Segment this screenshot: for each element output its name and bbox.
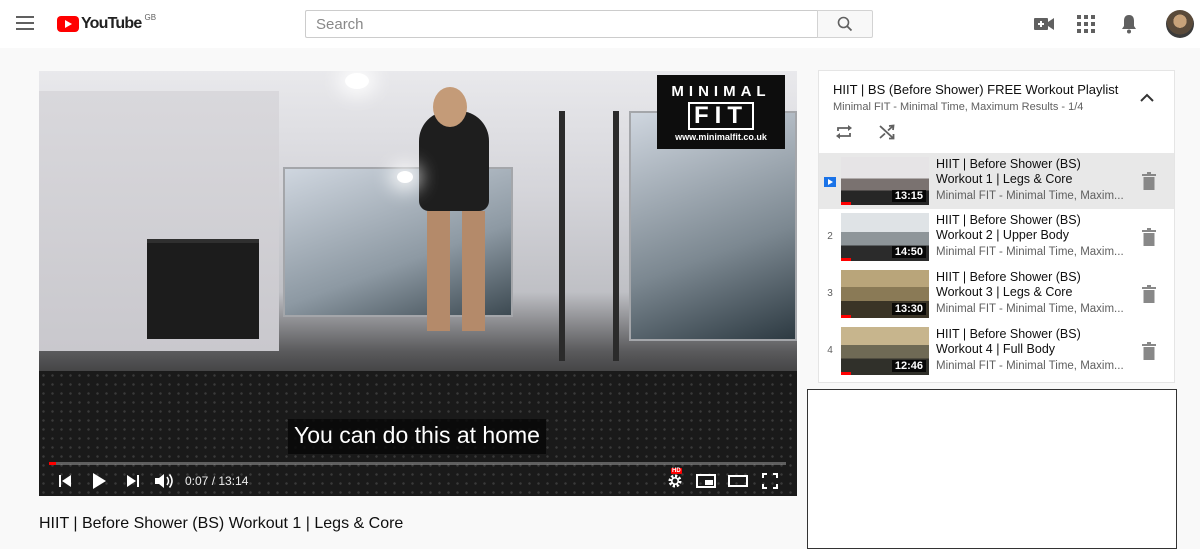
playlist-subtitle: Minimal FIT - Minimal Time, Maximum Resu…: [833, 101, 1083, 113]
video-scene-plyo-box: [147, 239, 259, 339]
video-thumbnail[interactable]: 13:30: [841, 270, 929, 318]
video-title: HIIT | Before Shower (BS) Workout 1 | Le…: [39, 515, 404, 532]
playlist-item-channel: Minimal FIT - Minimal Time, Maxim...: [936, 303, 1124, 315]
youtube-logo[interactable]: YouTube GB: [57, 13, 156, 35]
trash-icon: [1142, 172, 1156, 190]
play-button[interactable]: [87, 469, 111, 493]
now-playing-icon: [824, 177, 836, 187]
video-scene-rack: [559, 111, 619, 361]
fullscreen-button[interactable]: [758, 469, 782, 493]
playlist-item-title[interactable]: HIIT | Before Shower (BS) Workout 4 | Fu…: [936, 327, 1126, 356]
video-scene-person-legs: [427, 211, 485, 331]
playlist-title[interactable]: HIIT | BS (Before Shower) FREE Workout P…: [833, 82, 1118, 97]
playlist-item[interactable]: 3 13:30 HIIT | Before Shower (BS) Workou…: [819, 266, 1174, 322]
theater-mode-button[interactable]: [726, 469, 750, 493]
video-duration: 13:30: [891, 303, 926, 315]
playlist-item[interactable]: 2 14:50 HIIT | Before Shower (BS) Workou…: [819, 209, 1174, 265]
playlist-channel[interactable]: Minimal FIT - Minimal Time, Maximum Resu…: [833, 101, 1058, 113]
playlist-panel: HIIT | BS (Before Shower) FREE Workout P…: [818, 70, 1175, 383]
remove-from-playlist-button[interactable]: [1141, 227, 1157, 247]
theater-mode-icon: [728, 475, 748, 487]
logo-region: GB: [144, 12, 157, 22]
volume-button[interactable]: [153, 469, 177, 493]
channel-watermark[interactable]: MINIMAL FIT www.minimalfit.co.uk: [657, 75, 785, 149]
loop-playlist-button[interactable]: [833, 121, 855, 143]
time-current: 0:07: [185, 474, 209, 488]
avatar[interactable]: [1166, 10, 1194, 38]
fullscreen-icon: [762, 473, 778, 489]
previous-button[interactable]: [53, 469, 77, 493]
player-controls: 0:07 / 13:14 HD: [39, 467, 797, 496]
gear-icon: [668, 474, 682, 488]
time-total: 13:14: [218, 474, 249, 488]
search-icon: [837, 16, 853, 32]
progress-bar[interactable]: [49, 462, 786, 465]
chevron-up-icon: [1140, 93, 1154, 102]
logo-text: YouTube: [81, 15, 142, 32]
skip-previous-icon: [59, 475, 71, 487]
loop-icon: [836, 125, 852, 139]
playlist-item[interactable]: 13:15 HIIT | Before Shower (BS) Workout …: [819, 153, 1174, 209]
ceiling-light: [345, 73, 369, 89]
video-duration: 14:50: [891, 246, 926, 258]
video-duration: 12:46: [891, 360, 926, 372]
watched-progress-bar: [841, 372, 851, 375]
trash-icon: [1142, 285, 1156, 303]
remove-from-playlist-button[interactable]: [1141, 284, 1157, 304]
watermark-url: www.minimalfit.co.uk: [675, 131, 767, 142]
search-input[interactable]: [305, 10, 817, 38]
playlist-item-title[interactable]: HIIT | Before Shower (BS) Workout 1 | Le…: [936, 157, 1126, 186]
search-bar: [305, 10, 873, 38]
miniplayer-icon: [696, 474, 716, 488]
video-thumbnail[interactable]: 13:15: [841, 157, 929, 205]
watched-progress-bar: [841, 202, 851, 205]
masthead: YouTube GB: [0, 0, 1200, 48]
shuffle-playlist-button[interactable]: [876, 121, 898, 143]
watermark-line2: FIT: [688, 101, 754, 130]
youtube-play-logo-icon: [57, 16, 79, 32]
playlist-item-index: 3: [827, 288, 833, 299]
play-icon: [93, 473, 106, 489]
playlist-item-channel: Minimal FIT - Minimal Time, Maxim...: [936, 246, 1124, 258]
playlist-item-title[interactable]: HIIT | Before Shower (BS) Workout 3 | Le…: [936, 270, 1126, 299]
search-button[interactable]: [817, 10, 873, 38]
video-player[interactable]: MINIMAL FIT www.minimalfit.co.uk You can…: [39, 71, 797, 496]
ad-placeholder: [807, 389, 1177, 549]
collapse-playlist-button[interactable]: [1137, 87, 1157, 107]
playlist-item[interactable]: 4 12:46 HIIT | Before Shower (BS) Workou…: [819, 323, 1174, 379]
playlist-item-channel: Minimal FIT - Minimal Time, Maxim...: [936, 360, 1124, 372]
playlist-position: 1/4: [1068, 101, 1084, 113]
playlist-item-channel: Minimal FIT - Minimal Time, Maxim...: [936, 190, 1124, 202]
remove-from-playlist-button[interactable]: [1141, 341, 1157, 361]
skip-next-icon: [127, 475, 139, 487]
menu-icon[interactable]: [14, 12, 36, 36]
progress-played: [49, 462, 56, 465]
remove-from-playlist-button[interactable]: [1141, 171, 1157, 191]
watched-progress-bar: [841, 315, 851, 318]
video-scene-person-head: [433, 87, 467, 127]
time-display: 0:07 / 13:14: [185, 474, 248, 488]
settings-button[interactable]: HD: [663, 468, 687, 493]
video-thumbnail[interactable]: 14:50: [841, 213, 929, 261]
trash-icon: [1142, 228, 1156, 246]
notifications-bell-icon[interactable]: [1117, 12, 1141, 36]
next-button[interactable]: [121, 469, 145, 493]
subtitle-caption: You can do this at home: [288, 419, 546, 454]
apps-grid-icon[interactable]: [1074, 12, 1098, 36]
video-duration: 13:15: [891, 190, 926, 202]
miniplayer-button[interactable]: [694, 469, 718, 493]
watermark-line1: MINIMAL: [671, 82, 771, 100]
playlist-item-title[interactable]: HIIT | Before Shower (BS) Workout 2 | Up…: [936, 213, 1126, 242]
create-video-icon[interactable]: [1032, 12, 1056, 36]
video-thumbnail[interactable]: 12:46: [841, 327, 929, 375]
playlist-item-index: 4: [827, 345, 833, 356]
shuffle-icon: [879, 124, 895, 140]
volume-icon: [155, 474, 173, 488]
playlist-item-index: 2: [827, 231, 833, 242]
trash-icon: [1142, 342, 1156, 360]
hd-badge: HD: [671, 468, 682, 474]
time-separator: /: [208, 474, 219, 488]
watched-progress-bar: [841, 258, 851, 261]
ceiling-light: [397, 171, 413, 183]
